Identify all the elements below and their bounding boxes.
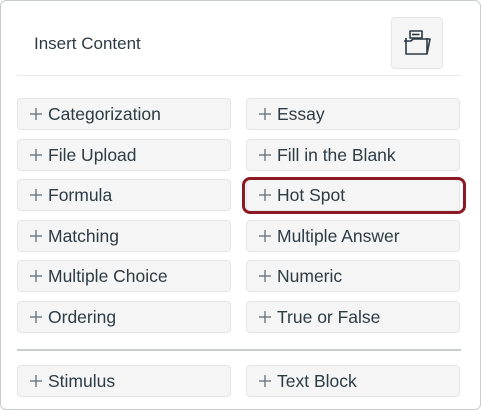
insert-essay-button[interactable]: Essay <box>246 98 460 130</box>
insert-fill-in-the-blank-button[interactable]: Fill in the Blank <box>246 139 460 171</box>
panel-title: Insert Content <box>34 34 141 53</box>
plus-icon <box>258 310 272 324</box>
plus-icon <box>258 188 272 202</box>
tile-label: True or False <box>277 307 381 327</box>
plus-icon <box>258 269 272 283</box>
tile-label: Essay <box>277 104 325 124</box>
plus-icon <box>258 374 272 388</box>
insert-true-or-false-button[interactable]: True or False <box>246 301 460 333</box>
insert-formula-button[interactable]: Formula <box>17 179 231 211</box>
plus-icon <box>29 269 43 283</box>
plus-icon <box>29 310 43 324</box>
tile-label: Ordering <box>48 307 117 327</box>
insert-text-block-button[interactable]: Text Block <box>246 365 460 397</box>
tile-label: Stimulus <box>48 371 116 391</box>
item-bank-folder-icon <box>402 28 432 58</box>
item-bank-button[interactable] <box>391 17 443 69</box>
plus-icon <box>29 188 43 202</box>
insert-ordering-button[interactable]: Ordering <box>17 301 231 333</box>
tile-label: Categorization <box>48 104 161 124</box>
tile-label: Fill in the Blank <box>277 145 396 165</box>
insert-content-panel: Insert Content Categorization Essay File… <box>0 0 481 410</box>
plus-icon <box>29 107 43 121</box>
plus-icon <box>258 148 272 162</box>
insert-hot-spot-button[interactable]: Hot Spot <box>246 179 460 211</box>
tile-label: Formula <box>48 185 113 205</box>
tile-label: Text Block <box>277 371 357 391</box>
insert-multiple-answer-button[interactable]: Multiple Answer <box>246 220 460 252</box>
plus-icon <box>29 148 43 162</box>
tile-label: Numeric <box>277 266 343 286</box>
insert-categorization-button[interactable]: Categorization <box>17 98 231 130</box>
tile-label: File Upload <box>48 145 137 165</box>
plus-icon <box>29 374 43 388</box>
tile-label: Multiple Answer <box>277 226 400 246</box>
header-divider <box>17 75 461 76</box>
tile-label: Hot Spot <box>277 185 346 205</box>
insert-file-upload-button[interactable]: File Upload <box>17 139 231 171</box>
insert-multiple-choice-button[interactable]: Multiple Choice <box>17 260 231 292</box>
insert-stimulus-button[interactable]: Stimulus <box>17 365 231 397</box>
plus-icon <box>258 229 272 243</box>
plus-icon <box>258 107 272 121</box>
tile-label: Matching <box>48 226 120 246</box>
insert-numeric-button[interactable]: Numeric <box>246 260 460 292</box>
plus-icon <box>29 229 43 243</box>
insert-matching-button[interactable]: Matching <box>17 220 231 252</box>
section-divider <box>17 349 461 351</box>
tile-label: Multiple Choice <box>48 266 168 286</box>
